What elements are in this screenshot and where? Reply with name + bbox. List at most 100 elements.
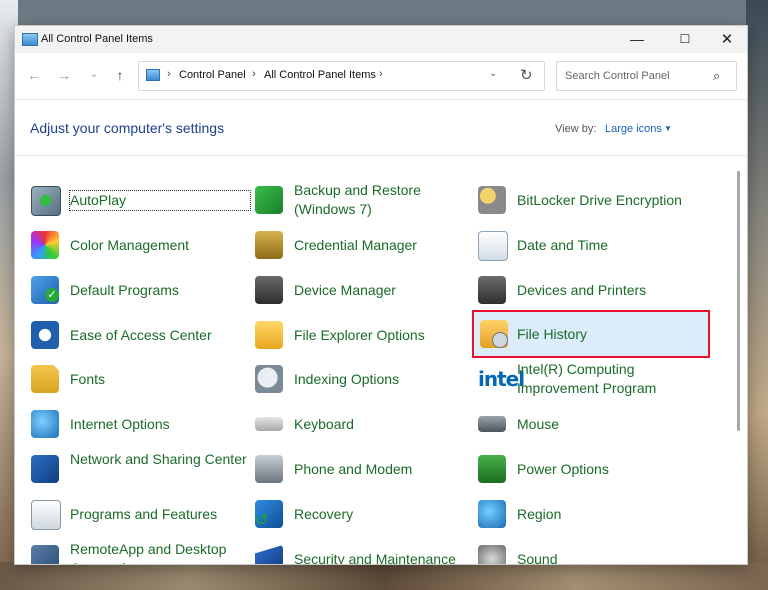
item-devices-printers[interactable]: Devices and Printers <box>476 271 692 309</box>
item-label: Backup and Restore (Windows 7) <box>294 182 421 217</box>
autoplay-icon <box>31 186 61 216</box>
item-autoplay[interactable]: AutoPlay <box>29 181 251 219</box>
recent-locations-chevron-icon[interactable]: ⌄ <box>85 66 103 84</box>
item-label: Intel(R) Computing Improvement Program <box>517 361 657 396</box>
item-label: Region <box>517 506 562 522</box>
forward-arrow-icon[interactable]: → <box>55 66 73 84</box>
item-remoteapp[interactable]: RemoteApp and Desktop Connections <box>29 540 245 564</box>
item-bitlocker[interactable]: BitLocker Drive Encryption <box>476 181 692 219</box>
chevron-right-icon[interactable]: › <box>379 68 383 80</box>
keyboard-icon <box>255 417 283 431</box>
ease-of-access-icon <box>31 321 59 349</box>
backup-icon <box>255 186 283 214</box>
item-backup-restore[interactable]: Backup and Restore (Windows 7) <box>253 181 469 219</box>
back-arrow-icon[interactable]: ← <box>25 66 43 84</box>
item-color-management[interactable]: Color Management <box>29 226 245 264</box>
item-region[interactable]: Region <box>476 495 692 533</box>
item-file-explorer-options[interactable]: File Explorer Options <box>253 316 469 354</box>
item-indexing-options[interactable]: Indexing Options <box>253 360 469 398</box>
caret-down-icon[interactable]: ▼ <box>664 124 672 133</box>
item-credential-manager[interactable]: Credential Manager <box>253 226 469 264</box>
security-icon <box>255 545 283 564</box>
network-icon <box>31 455 59 483</box>
item-label: Device Manager <box>294 282 396 298</box>
item-internet-options[interactable]: Internet Options <box>29 405 245 443</box>
search-icon[interactable]: ⌕ <box>713 68 720 84</box>
title-bar[interactable]: All Control Panel Items — ☐ ✕ <box>15 26 747 53</box>
color-management-icon <box>31 231 59 259</box>
default-programs-icon <box>31 276 59 304</box>
vertical-scrollbar[interactable] <box>737 171 740 431</box>
minimize-button[interactable]: — <box>615 26 659 53</box>
item-file-history[interactable]: File History <box>472 310 710 358</box>
refresh-icon[interactable]: ↻ <box>520 66 533 84</box>
recovery-icon <box>255 500 283 530</box>
item-ease-of-access[interactable]: Ease of Access Center <box>29 316 245 354</box>
control-panel-icon <box>22 33 38 46</box>
address-dropdown-icon[interactable]: ⌄ <box>489 68 497 79</box>
page-title: Adjust your computer's settings <box>30 120 225 136</box>
view-by-label: View by: <box>555 123 597 135</box>
item-label: Recovery <box>294 506 354 522</box>
file-history-icon <box>480 320 508 348</box>
item-network-sharing[interactable]: Network and Sharing Center <box>29 450 247 488</box>
item-label: Security and Maintenance <box>294 551 456 564</box>
item-fonts[interactable]: Fonts <box>29 360 245 398</box>
address-bar[interactable]: › Control Panel › All Control Panel Item… <box>138 61 545 91</box>
item-label: BitLocker Drive Encryption <box>517 192 682 208</box>
view-by-dropdown[interactable]: Large icons <box>605 123 662 135</box>
remoteapp-icon <box>31 545 59 564</box>
item-programs-features[interactable]: Programs and Features <box>29 495 245 533</box>
control-panel-window: All Control Panel Items — ☐ ✕ ← → ⌄ ↑ › … <box>14 25 748 565</box>
item-intel-computing[interactable]: intel Intel(R) Computing Improvement Pro… <box>476 360 692 398</box>
item-label: RemoteApp and Desktop Connections <box>70 541 227 564</box>
region-icon <box>478 500 506 528</box>
item-power-options[interactable]: Power Options <box>476 450 692 488</box>
power-icon <box>478 455 506 483</box>
header-row: Adjust your computer's settings View by:… <box>15 100 747 156</box>
close-button[interactable]: ✕ <box>705 26 747 53</box>
fonts-icon <box>31 365 59 393</box>
printer-icon <box>478 276 506 304</box>
item-default-programs[interactable]: Default Programs <box>29 271 245 309</box>
mouse-icon <box>478 416 506 432</box>
item-device-manager[interactable]: Device Manager <box>253 271 469 309</box>
item-label: Power Options <box>517 461 609 477</box>
address-control-panel-icon <box>146 69 160 81</box>
item-label: Phone and Modem <box>294 461 413 477</box>
breadcrumb-control-panel[interactable]: Control Panel <box>179 69 246 81</box>
item-sound[interactable]: Sound <box>476 540 692 564</box>
desktop-wallpaper-right <box>746 0 768 590</box>
sound-icon <box>478 545 506 564</box>
item-label: Date and Time <box>517 237 609 253</box>
item-label: Fonts <box>70 371 106 387</box>
phone-modem-icon <box>255 455 283 483</box>
item-label: Mouse <box>517 416 560 432</box>
date-time-icon <box>478 231 508 261</box>
item-label: Indexing Options <box>294 371 400 387</box>
item-label: Programs and Features <box>70 506 218 522</box>
internet-options-icon <box>31 410 59 438</box>
item-recovery[interactable]: Recovery <box>253 495 469 533</box>
credential-icon <box>255 231 283 259</box>
bitlocker-icon <box>478 186 506 214</box>
maximize-button[interactable]: ☐ <box>663 26 707 53</box>
item-label: Keyboard <box>294 416 354 432</box>
item-label: Ease of Access Center <box>70 327 212 343</box>
item-label: Default Programs <box>70 282 179 298</box>
item-keyboard[interactable]: Keyboard <box>253 405 469 443</box>
folder-options-icon <box>255 321 283 349</box>
item-security-maintenance[interactable]: Security and Maintenance <box>253 540 469 564</box>
item-date-time[interactable]: Date and Time <box>476 226 692 264</box>
breadcrumb-all-items[interactable]: All Control Panel Items <box>264 69 376 81</box>
item-label: File Explorer Options <box>294 327 425 343</box>
programs-icon <box>31 500 61 530</box>
chevron-right-icon[interactable]: › <box>167 68 171 80</box>
item-label: Credential Manager <box>294 237 417 253</box>
item-label: Devices and Printers <box>517 282 647 298</box>
up-arrow-icon[interactable]: ↑ <box>111 66 129 84</box>
search-input[interactable]: Search Control Panel ⌕ <box>556 61 737 91</box>
item-phone-modem[interactable]: Phone and Modem <box>253 450 469 488</box>
item-mouse[interactable]: Mouse <box>476 405 692 443</box>
chevron-right-icon[interactable]: › <box>252 68 256 80</box>
